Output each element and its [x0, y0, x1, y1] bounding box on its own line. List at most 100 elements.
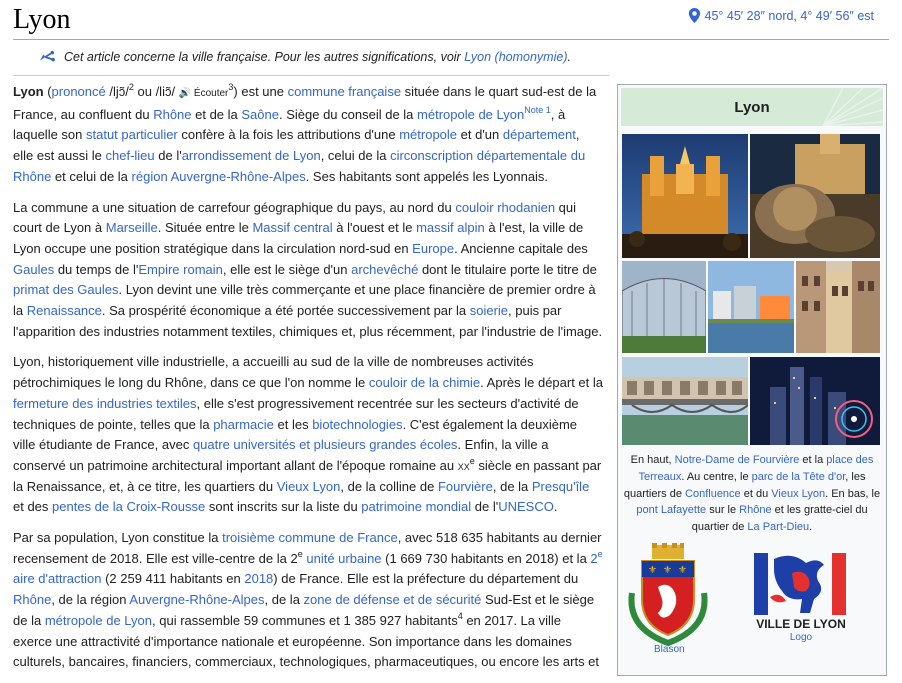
- superscript: e: [297, 548, 303, 559]
- text-run: et les: [273, 416, 313, 432]
- inline-link[interactable]: fermeture des industries textiles: [13, 396, 197, 411]
- text-run: La commune a une situation de carrefour …: [13, 199, 456, 215]
- inline-link[interactable]: chef-lieu: [106, 148, 155, 163]
- reference-link[interactable]: e: [598, 549, 603, 559]
- inline-link[interactable]: troisième commune de France: [222, 530, 398, 545]
- text-run: sont inscrits sur la liste du: [205, 499, 362, 515]
- logo-label[interactable]: Logo: [786, 632, 816, 643]
- inline-link[interactable]: département: [503, 127, 576, 142]
- inline-link[interactable]: Presqu'île: [532, 479, 589, 494]
- inline-link[interactable]: Renaissance: [27, 303, 102, 318]
- photo-confluence[interactable]: [708, 261, 794, 353]
- text-run: Par sa population, Lyon constitue la: [13, 530, 223, 546]
- blason-label[interactable]: Blason: [654, 644, 685, 655]
- inline-link[interactable]: métropole de Lyon: [417, 107, 524, 122]
- inline-link[interactable]: Confluence: [685, 488, 741, 500]
- inline-link[interactable]: Empire romain: [138, 262, 223, 277]
- inline-link[interactable]: primat des Gaules: [13, 282, 119, 297]
- inline-link[interactable]: unité urbaine: [306, 551, 381, 566]
- text-run: . Sa prospérité économique a été portée …: [101, 303, 470, 319]
- photo-vieux-lyon[interactable]: [796, 261, 880, 353]
- inline-link[interactable]: soierie: [470, 303, 508, 318]
- photo-pont-lafayette[interactable]: [622, 357, 748, 445]
- text-run: En haut,: [630, 454, 675, 466]
- inline-link[interactable]: Gaules: [13, 262, 54, 277]
- infobox: Lyon En haut, Notre-Dame de Fourvière et…: [617, 84, 887, 676]
- speaker-icon[interactable]: 🔊: [179, 88, 191, 99]
- inline-link[interactable]: patrimoine mondial: [361, 499, 471, 514]
- inline-link[interactable]: métropole de Lyon: [45, 613, 152, 628]
- svg-text:⚜: ⚜: [678, 565, 687, 576]
- photo-part-dieu[interactable]: [750, 357, 880, 445]
- inline-link[interactable]: Saône: [241, 107, 279, 122]
- inline-link[interactable]: arrondissement de Lyon: [182, 148, 321, 163]
- blason-image[interactable]: ⚜ ⚜ ⚜: [622, 543, 714, 647]
- inline-link[interactable]: UNESCO: [498, 499, 554, 514]
- inline-link[interactable]: zone de défense et de sécurité: [304, 592, 482, 607]
- inline-link[interactable]: Vieux Lyon: [771, 488, 825, 500]
- century-numeral: xx: [457, 457, 470, 473]
- inline-link[interactable]: Rhône: [13, 592, 51, 607]
- photo-terreaux[interactable]: [750, 134, 880, 258]
- text-run: et des: [13, 499, 53, 515]
- inline-link[interactable]: commune française: [288, 84, 401, 99]
- inline-link[interactable]: Rhône: [739, 504, 771, 516]
- inline-link[interactable]: couloir de la chimie: [369, 375, 480, 390]
- text-run: (2 259 411 habitants en: [101, 571, 245, 587]
- photo-montage[interactable]: [618, 126, 886, 446]
- inline-link[interactable]: Europe: [412, 241, 454, 256]
- text-run: (1 669 730 habitants en 2018) et la: [381, 550, 591, 566]
- inline-link[interactable]: métropole: [399, 127, 457, 142]
- listen-link[interactable]: Écouter: [191, 88, 228, 99]
- infobox-header: Lyon: [621, 88, 883, 126]
- hatnote-link[interactable]: Lyon (homonymie): [464, 50, 567, 64]
- text-run: . Ses habitants sont appelés les Lyonnai…: [305, 168, 549, 184]
- inline-link[interactable]: prononcé: [52, 84, 106, 99]
- inline-link[interactable]: Notre-Dame de Fourvière: [675, 454, 800, 466]
- inline-link[interactable]: pont Lafayette: [636, 504, 706, 516]
- inline-link[interactable]: région Auvergne-Rhône-Alpes: [132, 169, 306, 184]
- text-run: .: [809, 521, 813, 534]
- inline-link[interactable]: Vieux Lyon: [277, 479, 341, 494]
- inline-link[interactable]: quatre universités et plusieurs grandes …: [193, 437, 457, 452]
- coordinates-link[interactable]: 45° 45′ 28″ nord, 4° 49′ 56″ est: [688, 8, 874, 23]
- text-run: , elle est le siège d'un: [222, 261, 352, 277]
- inline-link[interactable]: massif alpin: [416, 220, 485, 235]
- hatnote-divider: [13, 75, 609, 76]
- inline-link[interactable]: pharmacie: [213, 417, 274, 432]
- inline-link[interactable]: Fourvière: [438, 479, 493, 494]
- text-run: , de la région: [51, 592, 130, 608]
- inline-link[interactable]: Rhône: [153, 107, 191, 122]
- inline-link[interactable]: pentes de la Croix-Rousse: [52, 499, 205, 514]
- text-run: , de la: [492, 478, 532, 494]
- photo-tete-dor[interactable]: [622, 261, 706, 353]
- inline-link[interactable]: 2018: [244, 571, 273, 586]
- inline-link[interactable]: Massif central: [252, 220, 332, 235]
- text-run: (: [43, 84, 52, 99]
- text-run: ou /liɔ̃/: [133, 84, 179, 99]
- hatnote-text: Cet article concerne la ville française.…: [64, 50, 465, 64]
- svg-text:⚜: ⚜: [648, 565, 657, 576]
- inline-link[interactable]: couloir rhodanien: [455, 200, 555, 215]
- inline-link[interactable]: 2: [590, 551, 597, 566]
- text-run: . En bas, le: [825, 487, 881, 500]
- inline-link[interactable]: La Part-Dieu: [747, 521, 809, 533]
- text-run: ) de France. Elle est la préfecture du d…: [273, 571, 579, 587]
- inline-link[interactable]: archevêché: [351, 262, 418, 277]
- inline-link[interactable]: Marseille: [106, 220, 158, 235]
- inline-link[interactable]: biotechnologies: [312, 417, 402, 432]
- title-divider: [13, 39, 889, 40]
- svg-text:⚜: ⚜: [663, 565, 672, 576]
- text-run: .: [553, 499, 558, 515]
- photo-fourviere[interactable]: [622, 134, 748, 258]
- reference-link[interactable]: Note 1: [524, 105, 551, 115]
- text-run: et de la: [191, 106, 242, 122]
- hatnote-end: .: [567, 50, 571, 64]
- text-run: , celui de la: [320, 148, 391, 164]
- inline-link[interactable]: statut particulier: [86, 127, 178, 142]
- text-run: . Ancienne capitale des: [454, 240, 588, 256]
- inline-link[interactable]: parc de la Tête d'or: [752, 471, 846, 483]
- inline-link[interactable]: aire d'attraction: [13, 571, 101, 586]
- inline-link[interactable]: Auvergne-Rhône-Alpes: [129, 592, 264, 607]
- coordinates-text: 45° 45′ 28″ nord, 4° 49′ 56″ est: [704, 8, 874, 23]
